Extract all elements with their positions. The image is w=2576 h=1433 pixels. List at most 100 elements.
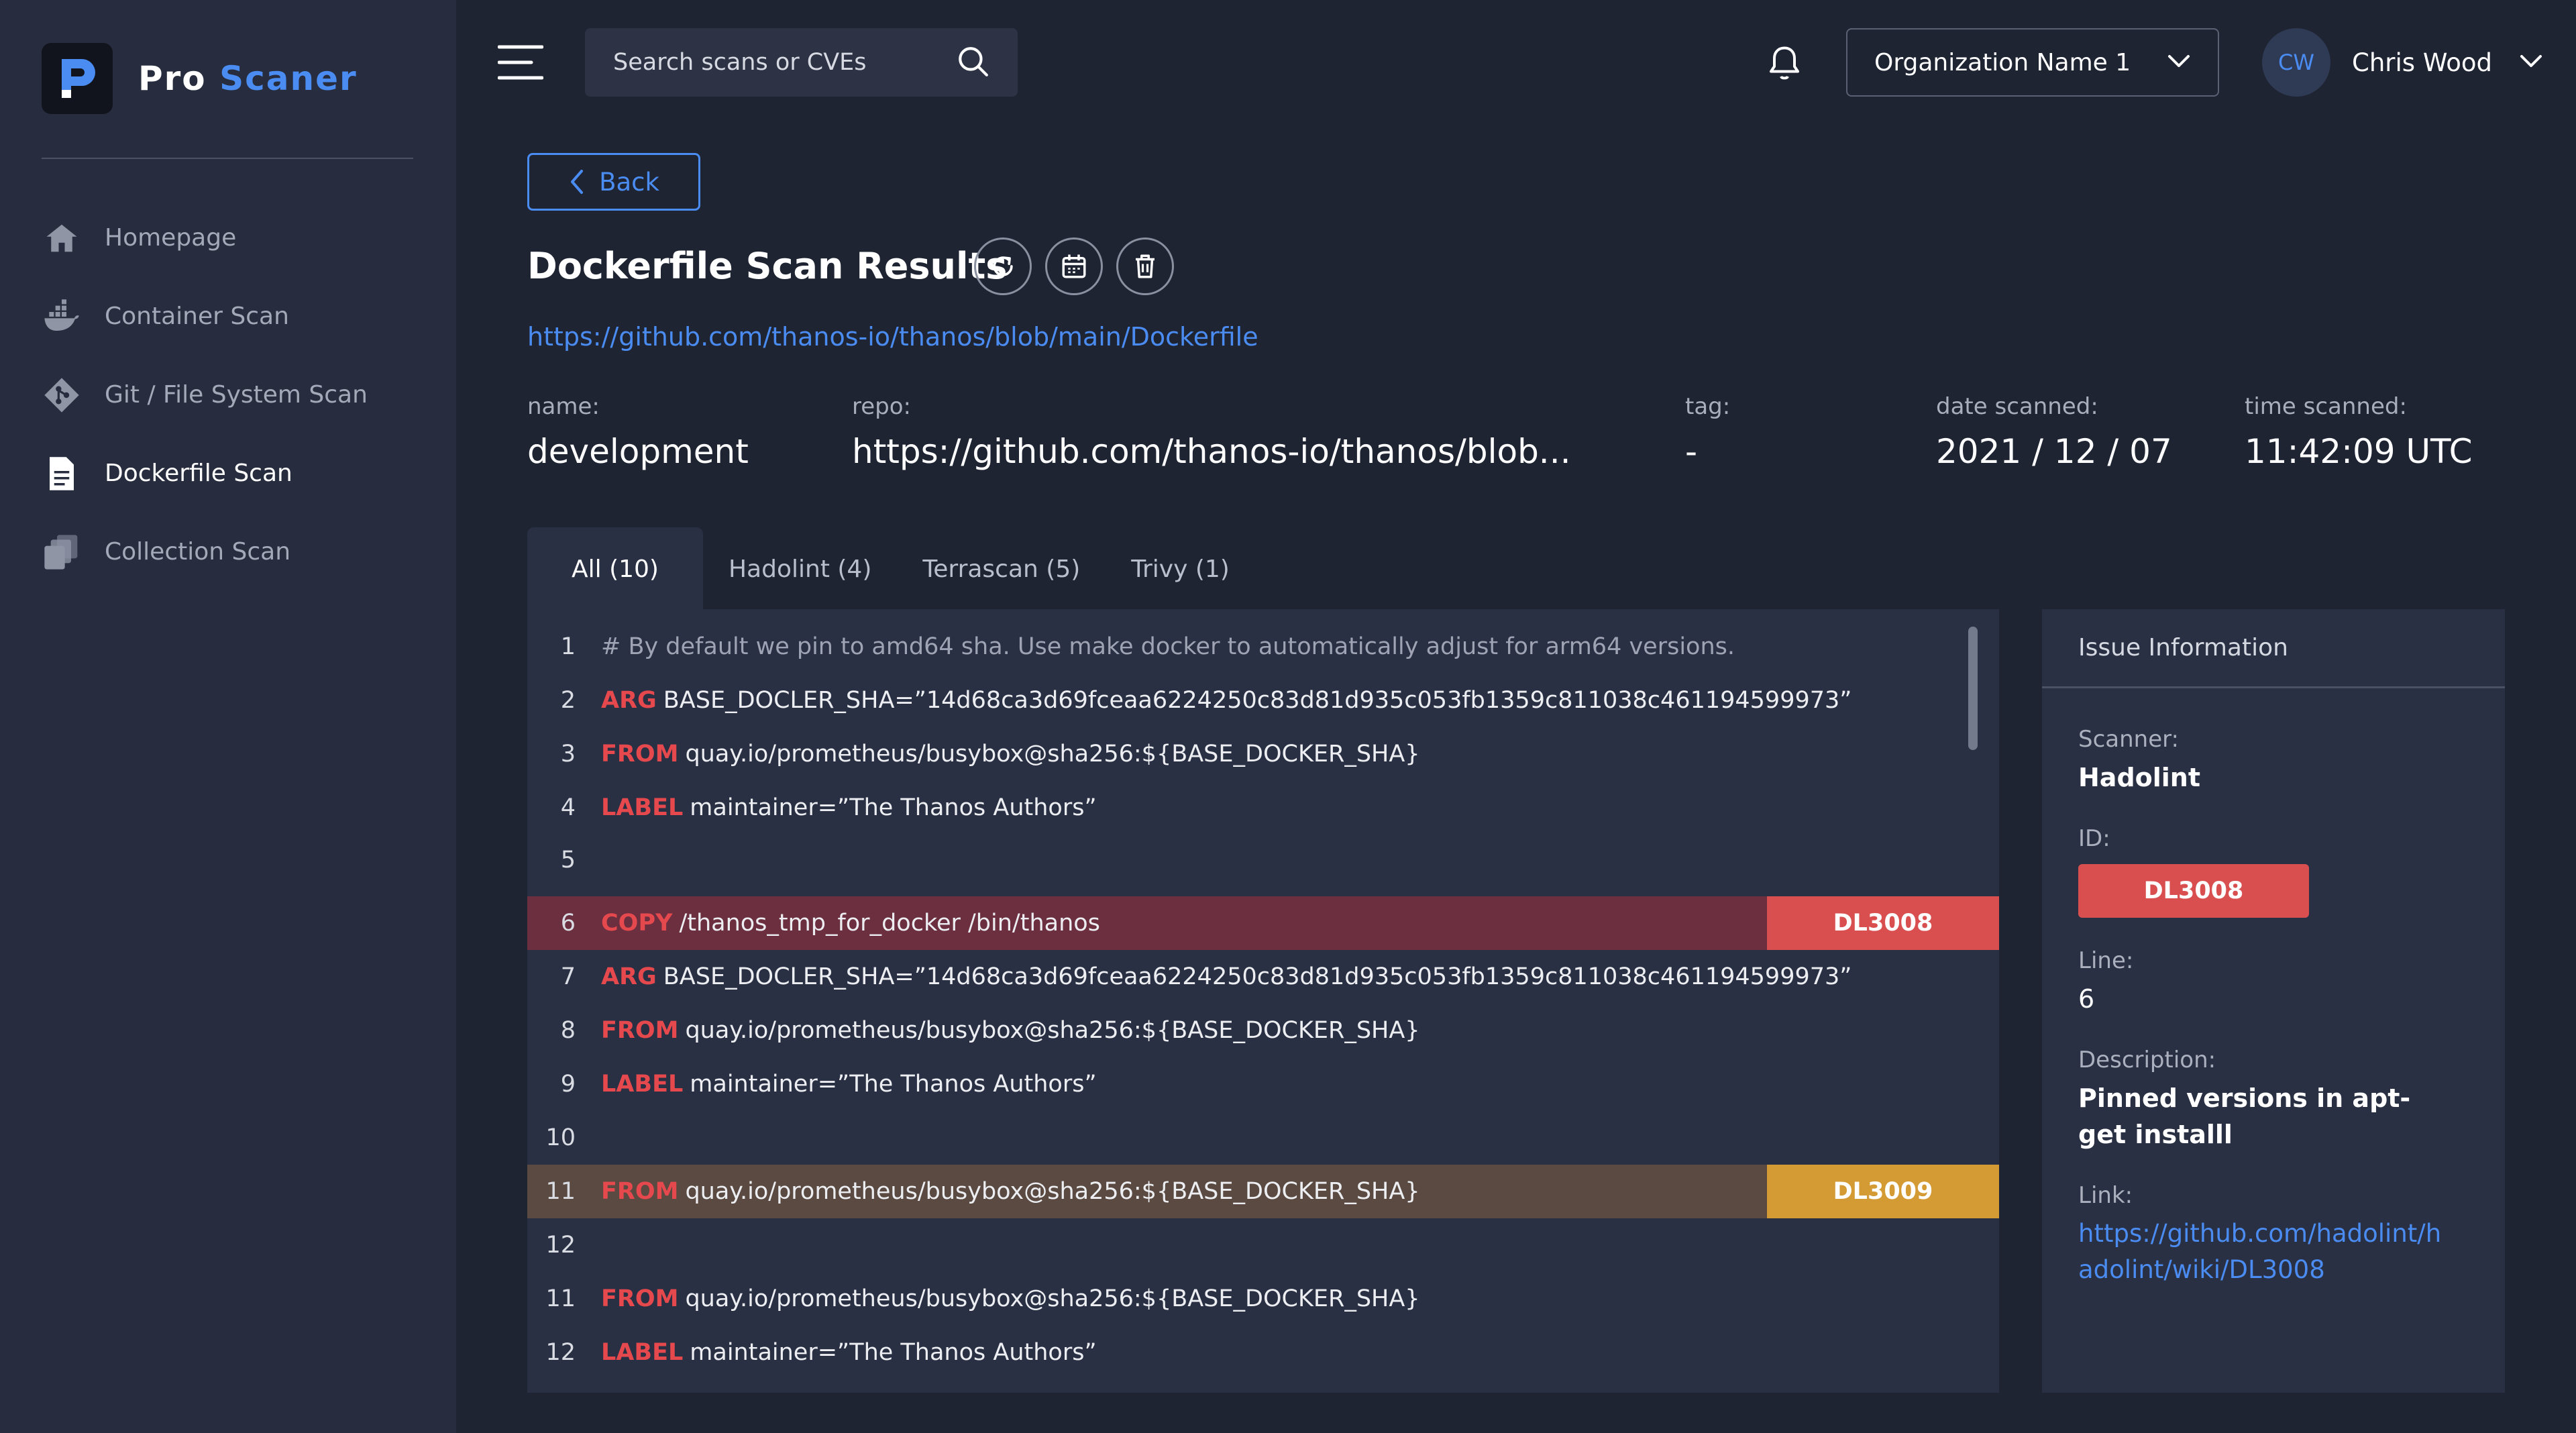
search-placeholder: Search scans or CVEs	[613, 49, 867, 76]
issue-link[interactable]: https://github.com/hadolint/hadolint/wik…	[2078, 1216, 2454, 1288]
menu-toggle-icon[interactable]	[497, 44, 544, 81]
code-keyword: ARG	[601, 687, 657, 714]
repo-link[interactable]: https://github.com/thanos-io/thanos/blob…	[527, 322, 1258, 352]
scanner-label: Scanner:	[2078, 726, 2179, 753]
collection-icon	[42, 532, 82, 572]
tab-all[interactable]: All (10)	[527, 527, 703, 611]
sidebar-item-git-file-system-scan[interactable]: Git / File System Scan	[42, 356, 417, 434]
code-line-flagged[interactable]: 11 FROM quay.io/prometheus/busybox@sha25…	[527, 1165, 1999, 1218]
sidebar-item-label: Git / File System Scan	[105, 381, 368, 409]
sidebar: Pro Scaner Homepage Container Scan Git /…	[0, 0, 456, 1433]
tab-trivy[interactable]: Trivy (1)	[1106, 527, 1255, 611]
docker-icon	[42, 297, 82, 337]
code-line[interactable]: 7 ARG BASE_DOCLER_SHA=”14d68ca3d69fceaa6…	[527, 950, 1999, 1004]
code-line[interactable]: 1 # By default we pin to amd64 sha. Use …	[527, 620, 1999, 674]
title-actions	[974, 237, 1187, 295]
avatar: CW	[2262, 28, 2330, 97]
meta-repo-label: repo:	[852, 393, 911, 420]
code-keyword: FROM	[601, 1017, 679, 1044]
code-keyword: LABEL	[601, 794, 684, 821]
search-icon[interactable]	[956, 44, 989, 81]
back-button[interactable]: Back	[527, 153, 700, 211]
id-label: ID:	[2078, 825, 2110, 852]
tab-hadolint[interactable]: Hadolint (4)	[703, 527, 897, 611]
id-badge: DL3008	[2078, 864, 2309, 918]
issue-badge[interactable]: DL3008	[1767, 896, 1999, 950]
code-line[interactable]: 9 LABEL maintainer=”The Thanos Authors”	[527, 1057, 1999, 1111]
line-number: 5	[560, 847, 576, 873]
code-text: maintainer=”The Thanos Authors”	[690, 1339, 1097, 1366]
meta-tag-value: -	[1685, 432, 1698, 471]
logo-text: Pro Scaner	[138, 59, 358, 98]
logo-text-primary: Pro	[138, 59, 207, 98]
app-logo[interactable]: Pro Scaner	[42, 43, 358, 114]
refresh-icon	[993, 256, 1013, 276]
refresh-button[interactable]	[974, 237, 1032, 295]
delete-button[interactable]	[1116, 237, 1174, 295]
sidebar-item-collection-scan[interactable]: Collection Scan	[42, 513, 417, 591]
line-number: 10	[545, 1124, 576, 1151]
code-line[interactable]: 12	[527, 1218, 1999, 1272]
code-line[interactable]: 10	[527, 1111, 1999, 1165]
schedule-button[interactable]	[1045, 237, 1103, 295]
meta-name-label: name:	[527, 393, 600, 420]
tab-terrascan[interactable]: Terrascan (5)	[897, 527, 1106, 611]
trash-icon	[1136, 254, 1155, 278]
meta-date: date scanned: 2021 / 12 / 07	[1936, 393, 2172, 471]
meta-tag: tag: -	[1685, 393, 1730, 471]
code-keyword: ARG	[601, 963, 657, 990]
sidebar-item-dockerfile-scan[interactable]: Dockerfile Scan	[42, 434, 417, 513]
chevron-left-icon	[571, 170, 584, 194]
link-label: Link:	[2078, 1182, 2133, 1209]
code-line[interactable]: 12 LABEL maintainer=”The Thanos Authors”	[527, 1326, 1999, 1379]
search-input[interactable]: Search scans or CVEs	[585, 28, 1018, 97]
calendar-icon	[1062, 254, 1086, 278]
organization-name: Organization Name 1	[1874, 48, 2131, 76]
code-keyword: LABEL	[601, 1071, 684, 1098]
user-name: Chris Wood	[2352, 48, 2492, 77]
line-value: 6	[2078, 984, 2095, 1014]
line-number: 9	[560, 1071, 576, 1098]
sidebar-item-homepage[interactable]: Homepage	[42, 199, 417, 277]
code-text: /thanos_tmp_for_docker /bin/thanos	[679, 910, 1100, 937]
line-number: 8	[560, 1017, 576, 1044]
back-label: Back	[599, 167, 659, 197]
sidebar-item-container-scan[interactable]: Container Scan	[42, 277, 417, 356]
code-keyword: FROM	[601, 1178, 679, 1205]
issue-body: Scanner: Hadolint ID: DL3008 Line: 6 Des…	[2042, 726, 2505, 1288]
sidebar-item-label: Collection Scan	[105, 538, 291, 566]
issue-heading: Issue Information	[2042, 609, 2505, 688]
code-text: maintainer=”The Thanos Authors”	[690, 794, 1097, 821]
line-number: 1	[560, 633, 576, 660]
page-title: Dockerfile Scan Results	[527, 245, 1008, 287]
sidebar-nav: Homepage Container Scan Git / File Syste…	[42, 199, 417, 591]
line-number: 7	[560, 963, 576, 990]
meta-repo-value: https://github.com/thanos-io/thanos/blob…	[852, 432, 1571, 471]
code-line[interactable]: 4 LABEL maintainer=”The Thanos Authors”	[527, 781, 1999, 835]
code-line[interactable]: 5	[527, 833, 1999, 887]
scanner-tabs: All (10) Hadolint (4) Terrascan (5) Triv…	[527, 527, 1255, 611]
scanner-value: Hadolint	[2078, 763, 2201, 792]
code-scrollbar[interactable]	[1968, 627, 1978, 750]
meta-time-value: 11:42:09 UTC	[2245, 432, 2473, 471]
code-line[interactable]: 11 FROM quay.io/prometheus/busybox@sha25…	[527, 1272, 1999, 1326]
meta-date-label: date scanned:	[1936, 393, 2098, 420]
meta-tag-label: tag:	[1685, 393, 1731, 420]
organization-select[interactable]: Organization Name 1	[1846, 28, 2219, 97]
code-keyword: FROM	[601, 741, 679, 767]
notification-bell-icon[interactable]	[1764, 43, 1805, 83]
dockerfile-code-panel: 1 # By default we pin to amd64 sha. Use …	[527, 609, 1999, 1393]
code-line-flagged[interactable]: 6 COPY /thanos_tmp_for_docker /bin/thano…	[527, 896, 1999, 950]
code-line[interactable]: 8 FROM quay.io/prometheus/busybox@sha256…	[527, 1004, 1999, 1057]
code-text: BASE_DOCLER_SHA=”14d68ca3d69fceaa6224250…	[663, 687, 1852, 714]
code-line[interactable]: 3 FROM quay.io/prometheus/busybox@sha256…	[527, 727, 1999, 781]
sidebar-divider	[42, 158, 413, 159]
code-text: quay.io/prometheus/busybox@sha256:${BASE…	[685, 1285, 1420, 1312]
meta-time: time scanned: 11:42:09 UTC	[2245, 393, 2473, 471]
code-line[interactable]: 2 ARG BASE_DOCLER_SHA=”14d68ca3d69fceaa6…	[527, 674, 1999, 727]
meta-date-value: 2021 / 12 / 07	[1936, 432, 2172, 471]
user-menu[interactable]: CW Chris Wood	[2262, 28, 2543, 97]
sidebar-item-label: Homepage	[105, 224, 237, 252]
document-icon	[42, 454, 82, 494]
issue-badge[interactable]: DL3009	[1767, 1165, 1999, 1218]
